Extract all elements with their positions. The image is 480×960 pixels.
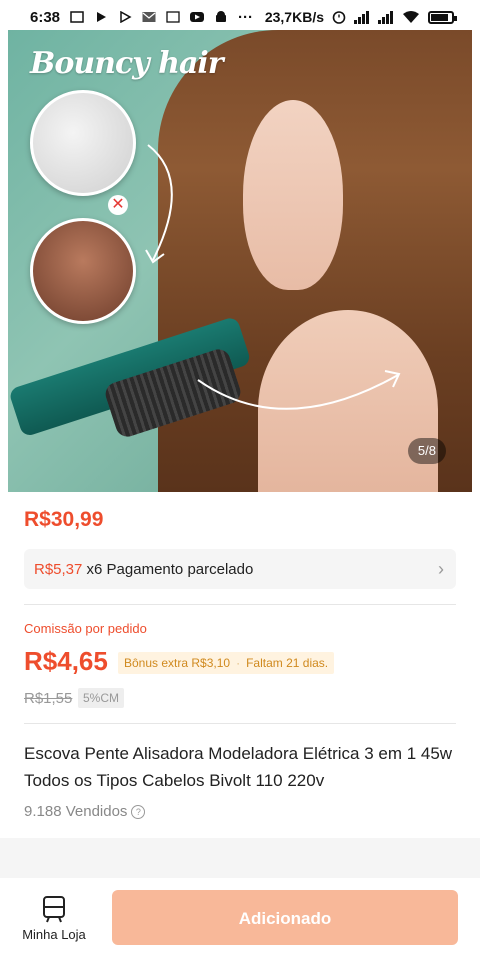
- my-store-button[interactable]: Minha Loja: [14, 888, 94, 948]
- flat-iron-circle-image: [30, 90, 136, 196]
- status-time: 6:38: [30, 8, 61, 26]
- sold-count: 9.188 Vendidos ?: [24, 803, 146, 820]
- section-separator: [0, 838, 480, 878]
- play-outline-icon: [120, 11, 132, 23]
- product-image-gallery[interactable]: Bouncy hair ✕ 5/8: [8, 30, 472, 492]
- product-price: R$30,99: [24, 508, 104, 531]
- calendar-icon: [166, 11, 180, 23]
- added-button[interactable]: Adicionado: [112, 890, 458, 945]
- divider: [24, 604, 456, 605]
- mail-icon: [142, 12, 156, 22]
- divider: [24, 723, 456, 724]
- bonus-deadline: Faltam 21 dias.: [246, 656, 329, 670]
- store-icon: [43, 895, 65, 922]
- installment-text-group: R$5,37 x6 Pagamento parcelado: [34, 561, 253, 578]
- wifi-icon: [403, 11, 419, 23]
- signal-icon: [354, 10, 369, 24]
- sold-count-text: 9.188 Vendidos: [24, 803, 128, 820]
- bonus-text: Bônus extra R$3,10: [124, 656, 231, 670]
- brand-logo: Bouncy hair: [30, 46, 224, 81]
- status-more-dots: ···: [238, 8, 254, 26]
- youtube-icon: [190, 12, 205, 22]
- hero-face-illustration: [243, 100, 343, 290]
- old-commission: R$1,55: [24, 690, 73, 707]
- bonus-separator: ·: [236, 656, 241, 670]
- gallery-page-indicator: 5/8: [407, 438, 446, 464]
- commission-value: R$4,65: [24, 646, 108, 676]
- notification-icon: [70, 11, 84, 23]
- product-title: Escova Pente Alisadora Modeladora Elétri…: [24, 744, 453, 790]
- bottom-action-bar: Minha Loja Adicionado: [0, 878, 480, 960]
- chevron-right-icon: ›: [438, 558, 444, 579]
- signal-2-icon: [378, 10, 393, 24]
- damaged-hair-circle-image: [30, 218, 136, 324]
- status-bar: 6:38 ··· 23,7KB/s: [0, 0, 480, 34]
- cross-icon: ✕: [108, 195, 128, 215]
- swoosh-arrow-icon: [197, 370, 401, 410]
- alarm-icon: [332, 11, 346, 24]
- network-speed: 23,7KB/s: [264, 9, 324, 25]
- installment-description: x6 Pagamento parcelado: [86, 560, 254, 578]
- help-icon[interactable]: ?: [131, 804, 146, 819]
- installment-amount: R$5,37: [34, 560, 83, 578]
- android-icon: [216, 11, 227, 22]
- my-store-label: Minha Loja: [22, 926, 86, 942]
- installment-row[interactable]: R$5,37 x6 Pagamento parcelado ›: [24, 549, 456, 589]
- commission-label: Comissão por pedido: [24, 621, 147, 636]
- bonus-badge: Bônus extra R$3,10 · Faltam 21 dias.: [118, 652, 335, 674]
- curved-arrow-icon: [145, 144, 173, 264]
- commission-rate-badge: 5%CM: [78, 688, 125, 708]
- battery-icon: [428, 10, 457, 24]
- play-icon: [97, 12, 107, 22]
